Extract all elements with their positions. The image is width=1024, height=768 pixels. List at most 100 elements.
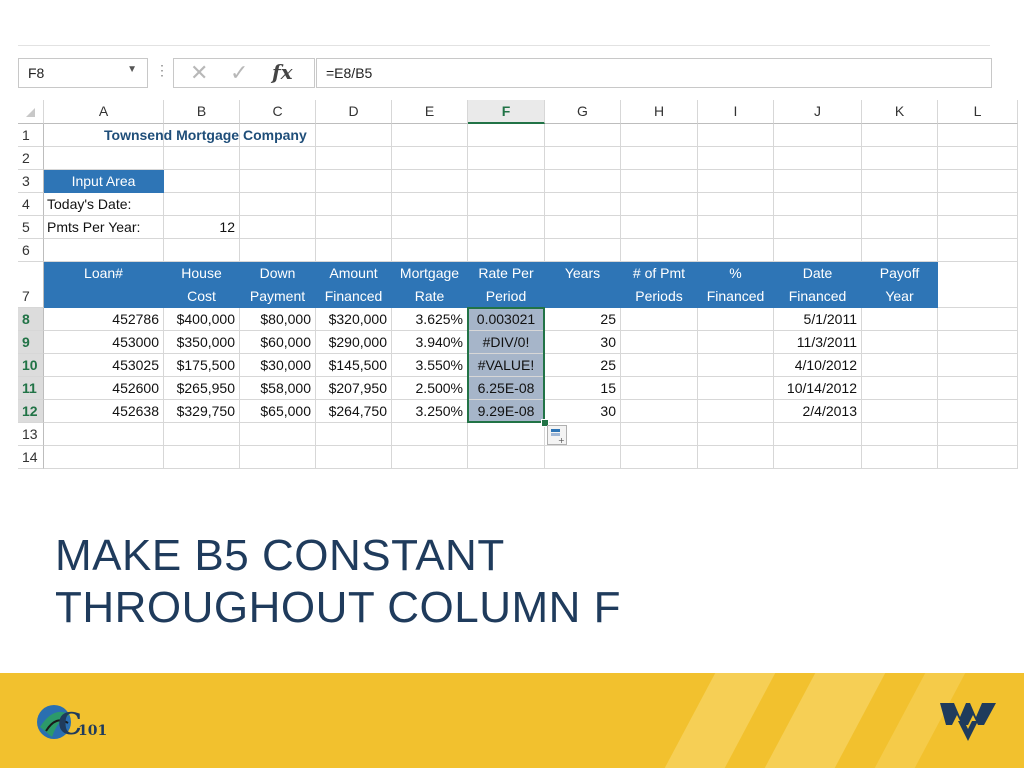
cell-f14[interactable] (468, 446, 545, 469)
cell-h10[interactable] (621, 354, 698, 377)
cell-c3[interactable] (240, 170, 316, 193)
cell-j3[interactable] (774, 170, 862, 193)
cell-g11[interactable]: 15 (545, 377, 621, 400)
cell-i1[interactable] (698, 124, 774, 147)
cell-f4[interactable] (468, 193, 545, 216)
cell-j10[interactable]: 4/10/2012 (774, 354, 862, 377)
quick-analysis-icon[interactable]: + (547, 425, 567, 445)
cell-i5[interactable] (698, 216, 774, 239)
cancel-icon[interactable]: ✕ (190, 59, 208, 87)
cell-k11[interactable] (862, 377, 938, 400)
cell-c11[interactable]: $58,000 (240, 377, 316, 400)
cell-j14[interactable] (774, 446, 862, 469)
cell-d6[interactable] (316, 239, 392, 262)
cell-l6[interactable] (938, 239, 1018, 262)
company-title[interactable]: Townsend Mortgage Company (44, 124, 307, 147)
cell-g10[interactable]: 25 (545, 354, 621, 377)
header-cell-g[interactable]: Years (545, 262, 621, 308)
cell-b11[interactable]: $265,950 (164, 377, 240, 400)
cell-a10[interactable]: 453025 (44, 354, 164, 377)
cell-d5[interactable] (316, 216, 392, 239)
cell-c5[interactable] (240, 216, 316, 239)
cell-j13[interactable] (774, 423, 862, 446)
cell-j4[interactable] (774, 193, 862, 216)
cell-k10[interactable] (862, 354, 938, 377)
cell-e11[interactable]: 2.500% (392, 377, 468, 400)
column-header-c[interactable]: C (240, 100, 316, 124)
cell-h1[interactable] (621, 124, 698, 147)
cell-a13[interactable] (44, 423, 164, 446)
cell-f5[interactable] (468, 216, 545, 239)
cell-j2[interactable] (774, 147, 862, 170)
cell-j12[interactable]: 2/4/2013 (774, 400, 862, 423)
cell-a2[interactable] (44, 147, 164, 170)
column-header-j[interactable]: J (774, 100, 862, 124)
cell-k5[interactable] (862, 216, 938, 239)
cell-f3[interactable] (468, 170, 545, 193)
cell-k2[interactable] (862, 147, 938, 170)
cell-i11[interactable] (698, 377, 774, 400)
cell-k1[interactable] (862, 124, 938, 147)
cell-l13[interactable] (938, 423, 1018, 446)
cell-c14[interactable] (240, 446, 316, 469)
cell-i3[interactable] (698, 170, 774, 193)
cell-l14[interactable] (938, 446, 1018, 469)
cell-k4[interactable] (862, 193, 938, 216)
cell-c13[interactable] (240, 423, 316, 446)
row-header[interactable]: 9 (18, 331, 44, 354)
cell-e3[interactable] (392, 170, 468, 193)
insert-function-icon[interactable]: fx (272, 59, 293, 87)
row-header[interactable]: 5 (18, 216, 44, 239)
cell-g12[interactable]: 30 (545, 400, 621, 423)
cell-g6[interactable] (545, 239, 621, 262)
cell-c8[interactable]: $80,000 (240, 308, 316, 331)
row-header[interactable]: 11 (18, 377, 44, 400)
cell-f13[interactable] (468, 423, 545, 446)
cell-g5[interactable] (545, 216, 621, 239)
cell-k3[interactable] (862, 170, 938, 193)
cell-j8[interactable]: 5/1/2011 (774, 308, 862, 331)
row-header[interactable]: 13 (18, 423, 44, 446)
cell-a11[interactable]: 452600 (44, 377, 164, 400)
cell-g4[interactable] (545, 193, 621, 216)
cell-a9[interactable]: 453000 (44, 331, 164, 354)
column-header-a[interactable]: A (44, 100, 164, 124)
column-header-g[interactable]: G (545, 100, 621, 124)
column-header-e[interactable]: E (392, 100, 468, 124)
cell-j1[interactable] (774, 124, 862, 147)
cell-h12[interactable] (621, 400, 698, 423)
column-header-i[interactable]: I (698, 100, 774, 124)
row-header[interactable]: 6 (18, 239, 44, 262)
cell-a4[interactable]: Today's Date: (44, 193, 164, 216)
cell-g3[interactable] (545, 170, 621, 193)
row-header[interactable]: 4 (18, 193, 44, 216)
cell-k9[interactable] (862, 331, 938, 354)
cell-e13[interactable] (392, 423, 468, 446)
row-header[interactable]: 8 (18, 308, 44, 331)
cell-f12[interactable]: 9.29E-08 (468, 400, 545, 423)
cell-a12[interactable]: 452638 (44, 400, 164, 423)
cell-l1[interactable] (938, 124, 1018, 147)
cell-b14[interactable] (164, 446, 240, 469)
cell-b5[interactable]: 12 (164, 216, 240, 239)
column-header-d[interactable]: D (316, 100, 392, 124)
cell-e1[interactable] (392, 124, 468, 147)
cell-h3[interactable] (621, 170, 698, 193)
cell-e6[interactable] (392, 239, 468, 262)
cell-h14[interactable] (621, 446, 698, 469)
cell-e14[interactable] (392, 446, 468, 469)
cell-k14[interactable] (862, 446, 938, 469)
cell-k12[interactable] (862, 400, 938, 423)
cell-l4[interactable] (938, 193, 1018, 216)
cell-f10[interactable]: #VALUE! (468, 354, 545, 377)
cell-j5[interactable] (774, 216, 862, 239)
cell-i8[interactable] (698, 308, 774, 331)
cell-d4[interactable] (316, 193, 392, 216)
cell-c6[interactable] (240, 239, 316, 262)
cell-c9[interactable]: $60,000 (240, 331, 316, 354)
row-header[interactable]: 12 (18, 400, 44, 423)
row-header[interactable]: 1 (18, 124, 44, 147)
formula-input[interactable]: =E8/B5 (316, 58, 992, 88)
cell-c12[interactable]: $65,000 (240, 400, 316, 423)
cell-d11[interactable]: $207,950 (316, 377, 392, 400)
